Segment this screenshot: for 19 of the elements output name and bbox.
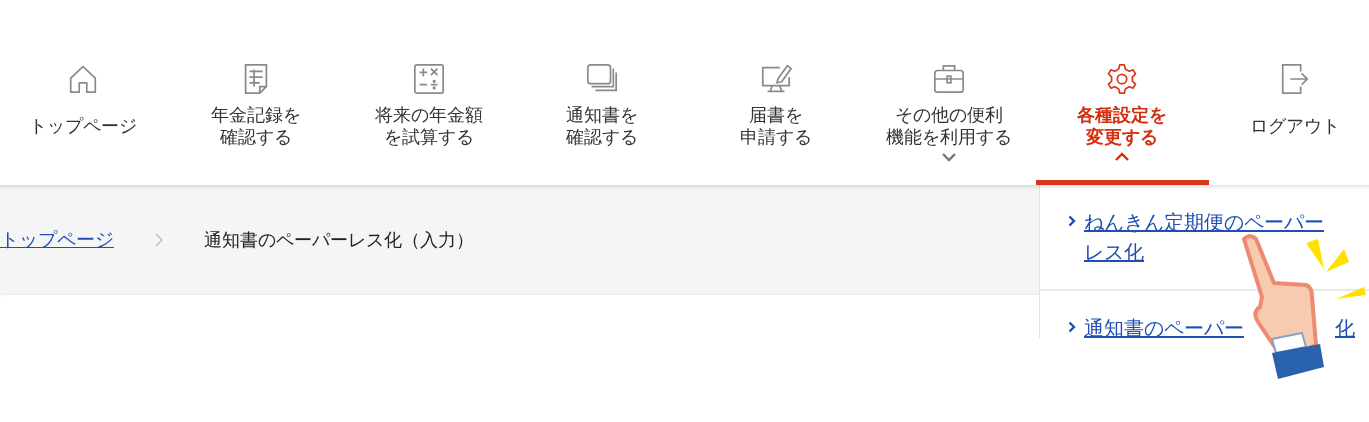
nav-item[interactable]: 届書を 申請する [689,62,863,185]
chevron-icon [940,152,957,162]
chevron-right-icon [1068,321,1076,333]
nav-item[interactable]: 年金記録を 確認する [169,62,343,185]
nav-item[interactable]: 通知書を 確認する [515,62,689,185]
breadcrumb-current: 通知書のペーパーレス化（入力） [204,228,474,252]
nav-item[interactable]: その他の便利 機能を利用する [862,62,1036,185]
nav-item[interactable]: トップページ [0,62,170,185]
calculator-icon [412,62,447,96]
nav-item[interactable]: ログアウト [1208,62,1369,185]
nav-item[interactable]: 将来の年金額 を試算する [342,62,516,185]
chevron-right-icon [1068,215,1076,227]
chevron-icon [1114,152,1131,162]
sparkle-drawing [1306,239,1366,299]
breadcrumb-link[interactable]: トップページ [0,227,114,253]
chevron-right-icon [154,232,164,248]
menu-link[interactable]: 通知書のペーパー [1084,313,1244,338]
menu-link[interactable]: 化 [1335,313,1355,338]
toolbox-icon [931,62,966,96]
